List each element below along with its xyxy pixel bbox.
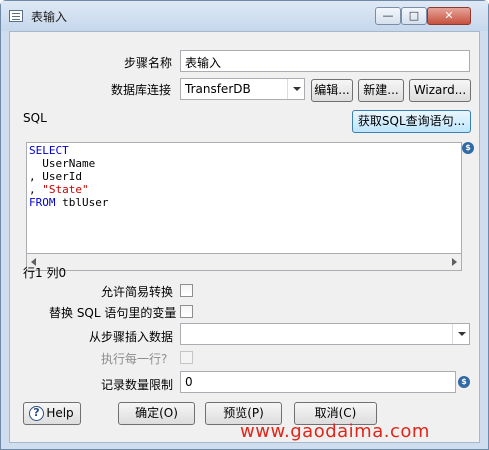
execute-each-row-label: 执行每一行? bbox=[101, 352, 168, 366]
help-button[interactable]: ? Help bbox=[23, 402, 81, 425]
cursor-position: 行1 列0 bbox=[23, 266, 67, 280]
lazy-conversion-label: 允许简易转换 bbox=[101, 285, 174, 299]
sql-editor[interactable]: SELECT UserName, UserId, "State" FROM tbl… bbox=[26, 142, 462, 254]
insert-from-step-label: 从步骤插入数据 bbox=[89, 330, 174, 344]
sql-line: UserName bbox=[29, 157, 461, 170]
table-input-icon bbox=[9, 10, 23, 22]
replace-vars-label: 替换 SQL 语句里的变量 bbox=[49, 306, 177, 320]
db-connection-select[interactable]: TransferDB bbox=[180, 78, 305, 100]
sql-token: , UserId bbox=[29, 170, 82, 183]
sql-text: SELECT UserName, UserId, "State" FROM tbl… bbox=[27, 143, 461, 209]
step-name-label: 步骤名称 bbox=[124, 56, 173, 70]
sql-token: tblUser bbox=[55, 196, 109, 209]
sql-line: , UserId bbox=[29, 170, 461, 183]
minimize-button[interactable]: — bbox=[375, 7, 401, 25]
watermark-text: www.gaodaima.com bbox=[240, 421, 430, 442]
lazy-conversion-checkbox[interactable] bbox=[180, 284, 193, 297]
sql-keyword: SELECT bbox=[29, 144, 69, 157]
close-button[interactable]: ✕ bbox=[427, 7, 471, 25]
maximize-button[interactable]: □ bbox=[401, 7, 427, 25]
insert-from-step-select[interactable] bbox=[180, 323, 470, 345]
step-name-input[interactable]: 表输入 bbox=[180, 50, 470, 72]
sql-token: , bbox=[29, 183, 43, 196]
db-connection-label: 数据库连接 bbox=[111, 83, 172, 97]
chevron-down-icon[interactable] bbox=[452, 324, 469, 344]
ok-button[interactable]: 确定(O) bbox=[118, 402, 195, 425]
chevron-down-icon[interactable] bbox=[287, 79, 304, 99]
dialog-window: 表输入 — □ ✕ 步骤名称 表输入 数据库连接 TransferDB 编辑..… bbox=[0, 0, 489, 450]
edit-connection-button[interactable]: 编辑... bbox=[311, 79, 353, 102]
help-icon: ? bbox=[29, 406, 44, 421]
replace-vars-checkbox[interactable] bbox=[180, 305, 193, 318]
sql-line: , "State" bbox=[29, 183, 461, 196]
execute-each-row-checkbox[interactable] bbox=[180, 351, 193, 364]
new-connection-button[interactable]: 新建... bbox=[358, 79, 404, 102]
window-title: 表输入 bbox=[31, 10, 68, 24]
sql-string: "State" bbox=[42, 183, 89, 196]
limit-label: 记录数量限制 bbox=[101, 378, 174, 392]
sql-label: SQL bbox=[23, 111, 47, 125]
help-button-label: Help bbox=[46, 406, 74, 420]
db-connection-value: TransferDB bbox=[185, 82, 251, 96]
wizard-button[interactable]: Wizard... bbox=[409, 79, 471, 102]
limit-input[interactable]: 0 bbox=[180, 371, 456, 393]
scroll-right-icon[interactable] bbox=[452, 258, 457, 266]
dialog-body: 步骤名称 表输入 数据库连接 TransferDB 编辑... 新建... Wi… bbox=[9, 31, 480, 443]
sql-horizontal-scrollbar[interactable] bbox=[26, 254, 462, 271]
variable-icon: $ bbox=[462, 142, 474, 154]
get-sql-button[interactable]: 获取SQL查询语句... bbox=[352, 110, 471, 133]
sql-line: FROM tblUser bbox=[29, 196, 461, 209]
sql-line: SELECT bbox=[29, 144, 461, 157]
sql-keyword: FROM bbox=[29, 196, 56, 209]
title-bar[interactable]: 表输入 — □ ✕ bbox=[1, 1, 488, 31]
sql-token: UserName bbox=[29, 157, 96, 170]
variable-icon: $ bbox=[458, 376, 470, 388]
